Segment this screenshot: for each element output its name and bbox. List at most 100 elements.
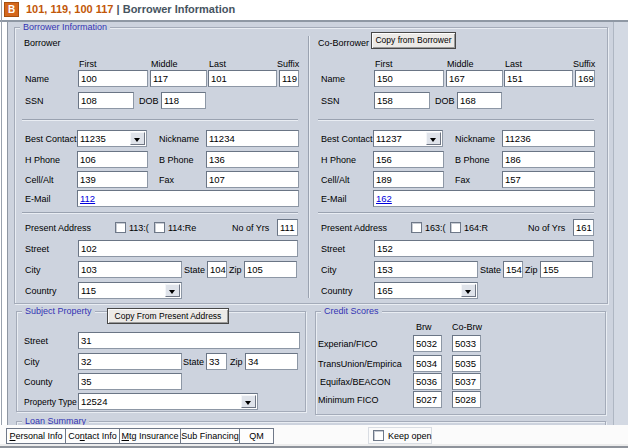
tab-personal-info[interactable]: Personal Info bbox=[6, 428, 66, 444]
divider bbox=[318, 212, 594, 214]
tab-qm[interactable]: QM bbox=[239, 428, 274, 444]
sp-city-field[interactable]: 32 bbox=[78, 353, 182, 370]
borrower-email-field[interactable]: 112 bbox=[77, 190, 299, 207]
co-dob-label: DOB bbox=[435, 96, 455, 107]
co-cell-alt-label: Cell/Alt bbox=[321, 175, 350, 186]
coborrower-own-checkbox[interactable] bbox=[411, 222, 422, 233]
coborrower-last-name-field[interactable]: 151 bbox=[504, 70, 573, 87]
borrower-ssn-field[interactable]: 108 bbox=[78, 92, 134, 109]
best-contact-label: Best Contact bbox=[25, 134, 77, 145]
borrower-zip-field[interactable]: 105 bbox=[244, 261, 297, 278]
coborrower-middle-name-field[interactable]: 167 bbox=[446, 70, 503, 87]
cell-alt-label: Cell/Alt bbox=[25, 175, 54, 186]
coborrower-rent-checkbox[interactable] bbox=[450, 222, 461, 233]
equifax-label: Equifax/BEACON bbox=[320, 377, 391, 388]
coborrower-street-field[interactable]: 152 bbox=[374, 240, 594, 257]
minimum-fico-cobrw-field[interactable]: 5028 bbox=[452, 391, 481, 408]
tab-contact-info[interactable]: Contact Info bbox=[65, 428, 120, 444]
borrower-last-name-field[interactable]: 101 bbox=[208, 70, 277, 87]
form-content: Borrower Information Borrower Co-Borrowe… bbox=[0, 0, 628, 425]
dropdown-arrow-icon[interactable] bbox=[426, 132, 441, 145]
experian-cobrw-field[interactable]: 5033 bbox=[452, 335, 481, 352]
keep-open-checkbox[interactable] bbox=[373, 430, 384, 441]
column-divider bbox=[308, 36, 310, 298]
borrower-rent-checkbox-label: 114:Re bbox=[168, 223, 196, 234]
dropdown-arrow-icon[interactable] bbox=[165, 284, 180, 297]
borrower-information-group-title: Borrower Information bbox=[20, 22, 110, 33]
coborrower-first-name-field[interactable]: 150 bbox=[374, 70, 444, 87]
coborrower-country-dropdown[interactable]: 165 bbox=[374, 282, 478, 299]
equifax-cobrw-field[interactable]: 5037 bbox=[452, 373, 481, 390]
sp-street-field[interactable]: 31 bbox=[78, 332, 300, 349]
sp-state-field[interactable]: 33 bbox=[206, 353, 227, 370]
dropdown-arrow-icon[interactable] bbox=[130, 132, 145, 145]
coborrower-no-of-yrs-field[interactable]: 161 bbox=[573, 219, 594, 236]
b-phone-label: B Phone bbox=[159, 155, 194, 166]
coborrower-dob-field[interactable]: 168 bbox=[457, 92, 502, 109]
nickname-label: Nickname bbox=[159, 134, 199, 145]
sp-property-type-dropdown[interactable]: 12524 bbox=[78, 393, 258, 410]
borrower-street-field[interactable]: 102 bbox=[78, 240, 298, 257]
coborrower-zip-field[interactable]: 155 bbox=[540, 261, 593, 278]
borrower-fax-field[interactable]: 107 bbox=[206, 171, 299, 188]
borrower-b-phone-field[interactable]: 136 bbox=[206, 151, 299, 168]
borrower-rent-checkbox[interactable] bbox=[154, 222, 165, 233]
transunion-cobrw-field[interactable]: 5035 bbox=[452, 355, 481, 372]
borrower-cell-field[interactable]: 139 bbox=[77, 171, 148, 188]
divider bbox=[22, 119, 298, 121]
co-no-of-yrs-label: No of Yrs bbox=[528, 223, 565, 234]
borrower-middle-name-field[interactable]: 117 bbox=[150, 70, 207, 87]
co-state-label: State bbox=[480, 265, 501, 276]
tab-sub-financing[interactable]: Sub Financing bbox=[180, 428, 240, 444]
ssn-label: SSN bbox=[25, 96, 44, 107]
borrower-no-of-yrs-field[interactable]: 111 bbox=[277, 219, 298, 236]
experian-brw-field[interactable]: 5032 bbox=[413, 335, 442, 352]
coborrower-state-field[interactable]: 154 bbox=[503, 261, 523, 278]
coborrower-suffix-field[interactable]: 169 bbox=[575, 70, 595, 87]
loan-summary-group-title: Loan Summary bbox=[22, 416, 89, 425]
coborrower-city-field[interactable]: 153 bbox=[374, 261, 478, 278]
copy-from-present-address-button[interactable]: Copy From Present Address bbox=[107, 308, 229, 324]
borrower-header: Borrower bbox=[24, 38, 61, 49]
coborrower-best-contact-dropdown[interactable]: 11237 bbox=[373, 130, 443, 147]
sp-street-label: Street bbox=[24, 336, 48, 347]
borrower-dob-field[interactable]: 118 bbox=[161, 92, 206, 109]
co-zip-label: Zip bbox=[525, 265, 538, 276]
coborrower-h-phone-field[interactable]: 156 bbox=[373, 151, 444, 168]
minimum-fico-brw-field[interactable]: 5027 bbox=[413, 391, 442, 408]
sp-county-label: County bbox=[24, 377, 53, 388]
coborrower-cell-field[interactable]: 189 bbox=[373, 171, 444, 188]
borrower-h-phone-field[interactable]: 106 bbox=[77, 151, 148, 168]
tab-mtg-insurance[interactable]: Mtg Insurance bbox=[119, 428, 181, 444]
coborrower-ssn-field[interactable]: 158 bbox=[374, 92, 430, 109]
transunion-brw-field[interactable]: 5034 bbox=[413, 355, 442, 372]
borrower-suffix-field[interactable]: 119 bbox=[279, 70, 299, 87]
no-of-yrs-label: No of Yrs bbox=[232, 223, 269, 234]
borrower-country-dropdown[interactable]: 115 bbox=[78, 282, 182, 299]
co-middle-header: Middle bbox=[447, 59, 474, 70]
country-label: Country bbox=[25, 286, 57, 297]
coborrower-nickname-field[interactable]: 11236 bbox=[502, 130, 595, 147]
borrower-own-checkbox[interactable] bbox=[115, 222, 126, 233]
sp-zip-label: Zip bbox=[230, 357, 243, 368]
borrower-city-field[interactable]: 103 bbox=[78, 261, 182, 278]
dropdown-arrow-icon[interactable] bbox=[461, 284, 476, 297]
sp-zip-field[interactable]: 34 bbox=[245, 353, 298, 370]
borrower-best-contact-dropdown[interactable]: 11235 bbox=[77, 130, 147, 147]
zip-label: Zip bbox=[229, 265, 242, 276]
co-first-header: First bbox=[375, 59, 393, 70]
equifax-brw-field[interactable]: 5036 bbox=[413, 373, 442, 390]
copy-from-borrower-button[interactable]: Copy from Borrower bbox=[371, 32, 456, 49]
borrower-nickname-field[interactable]: 11234 bbox=[206, 130, 299, 147]
coborrower-b-phone-field[interactable]: 186 bbox=[502, 151, 595, 168]
borrower-state-field[interactable]: 104 bbox=[207, 261, 227, 278]
present-address-label: Present Address bbox=[25, 223, 91, 234]
sp-county-field[interactable]: 35 bbox=[78, 373, 182, 390]
minimum-fico-label: Minimum FICO bbox=[318, 395, 379, 406]
borrower-first-name-field[interactable]: 100 bbox=[78, 70, 148, 87]
sp-city-label: City bbox=[24, 357, 40, 368]
coborrower-fax-field[interactable]: 157 bbox=[502, 171, 595, 188]
transunion-label: TransUnion/Empirica bbox=[318, 359, 402, 370]
dropdown-arrow-icon[interactable] bbox=[241, 395, 256, 408]
coborrower-email-field[interactable]: 162 bbox=[373, 190, 595, 207]
